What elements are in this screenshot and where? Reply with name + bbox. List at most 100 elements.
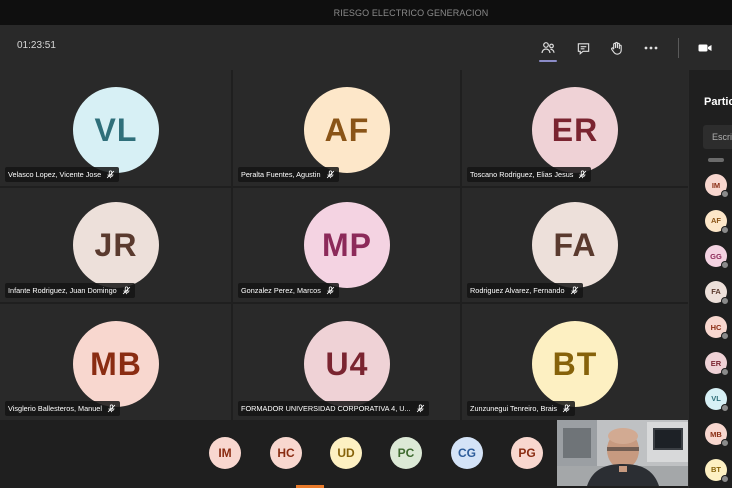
- more-options-icon: [644, 46, 658, 50]
- participant-name: FORMADOR UNIVERSIDAD CORPORATIVA 4, U...: [241, 404, 411, 413]
- presence-status-icon: [721, 439, 729, 448]
- muted-mic-icon: [579, 170, 587, 179]
- participant-avatar: AF: [304, 87, 390, 173]
- participant-avatar: MP: [304, 202, 390, 288]
- presence-status-icon: [721, 296, 729, 305]
- participant-name-tag: Gonzalez Perez, Marcos: [238, 283, 339, 298]
- participant-name-tag: Peralta Fuentes, Agustin: [238, 167, 339, 182]
- presence-status-icon: [721, 332, 729, 341]
- toolbar-divider: [678, 38, 679, 58]
- muted-mic-icon: [570, 286, 578, 295]
- participant-avatar: VL: [73, 87, 159, 173]
- presence-status-icon: [721, 368, 729, 376]
- participant-name-tag: Infante Rodriguez, Juan Domingo: [5, 283, 135, 298]
- participant-name-tag: FORMADOR UNIVERSIDAD CORPORATIVA 4, U...: [238, 401, 429, 416]
- muted-mic-icon: [122, 286, 130, 295]
- chat-button[interactable]: [570, 35, 596, 61]
- self-view-image: [557, 420, 688, 486]
- participant-avatar: BT: [532, 321, 618, 407]
- participant-list-initials: GG: [710, 251, 722, 261]
- participant-list-avatar[interactable]: MB: [705, 423, 729, 448]
- participant-list-initials: VL: [711, 394, 721, 404]
- participant-search-input[interactable]: Escribe un nombre: [703, 125, 732, 149]
- participant-avatar: JR: [73, 202, 159, 288]
- participant-avatar: FA: [532, 202, 618, 288]
- chat-icon: [577, 42, 589, 55]
- participant-name: Velasco Lopez, Vicente Jose: [8, 170, 102, 179]
- participants-icon: [541, 42, 555, 54]
- meeting-toolbar: 01:23:51: [0, 25, 732, 70]
- participant-tile[interactable]: JR Infante Rodriguez, Juan Domingo: [0, 188, 231, 302]
- raise-hand-button[interactable]: [603, 35, 629, 61]
- video-grid: VL Velasco Lopez, Vicente Jose AF Peralta F…: [0, 70, 688, 420]
- presence-status-icon: [721, 403, 729, 412]
- participants-active-indicator: [539, 60, 557, 62]
- meeting-timer: 01:23:51: [17, 40, 56, 51]
- overflow-participant-avatar[interactable]: HC: [270, 437, 302, 469]
- participant-list-avatar[interactable]: VL: [705, 387, 729, 412]
- participant-list-avatar[interactable]: AF: [705, 209, 729, 234]
- participant-name: Infante Rodriguez, Juan Domingo: [8, 286, 117, 295]
- camera-icon: [698, 44, 712, 52]
- participant-list-avatar[interactable]: FA: [705, 280, 729, 305]
- participant-tile[interactable]: ER Toscano Rodriguez, Elias Jesus: [462, 70, 688, 186]
- participant-name-tag: Toscano Rodriguez, Elias Jesus: [467, 167, 592, 182]
- participant-list-avatar[interactable]: BT: [705, 458, 729, 483]
- participants-button[interactable]: [535, 35, 561, 62]
- participant-name-tag: Rodriguez Alvarez, Fernando: [467, 283, 583, 298]
- participant-tile[interactable]: MB Visglerio Ballesteros, Manuel: [0, 304, 231, 420]
- participant-name-tag: Zunzunegui Tenreiro, Brais: [467, 401, 576, 416]
- participant-name: Zunzunegui Tenreiro, Brais: [470, 404, 558, 413]
- meeting-window: RIESGO ELECTRICO GENERACION 01:23:51 VL …: [0, 0, 732, 488]
- overflow-participant-avatar[interactable]: CG: [451, 437, 483, 469]
- participant-avatar: MB: [73, 321, 159, 407]
- participant-tile[interactable]: BT Zunzunegui Tenreiro, Brais: [462, 304, 688, 420]
- participant-list-initials: AF: [711, 216, 721, 226]
- participant-tile[interactable]: VL Velasco Lopez, Vicente Jose: [0, 70, 231, 186]
- participant-avatar: ER: [532, 87, 618, 173]
- muted-mic-icon: [416, 404, 424, 413]
- muted-mic-icon: [106, 170, 115, 179]
- participant-list-initials: BT: [711, 465, 721, 475]
- more-options-button[interactable]: [638, 35, 664, 61]
- participant-name: Visglerio Ballesteros, Manuel: [8, 404, 102, 413]
- participant-name-tag: Velasco Lopez, Vicente Jose: [5, 167, 120, 182]
- overflow-participant-avatar[interactable]: UD: [330, 437, 362, 469]
- raise-hand-icon: [610, 41, 622, 55]
- participant-name: Peralta Fuentes, Agustin: [241, 170, 321, 179]
- overflow-participant-avatar[interactable]: IM: [209, 437, 241, 469]
- panel-title: Participantes: [704, 96, 732, 108]
- muted-mic-icon: [562, 404, 571, 413]
- participant-list-initials: ER: [710, 358, 722, 368]
- participant-list-avatar[interactable]: IM: [705, 174, 729, 198]
- participant-name: Gonzalez Perez, Marcos: [241, 286, 321, 295]
- muted-mic-icon: [326, 286, 335, 295]
- presence-status-icon: [721, 261, 729, 270]
- participant-tile[interactable]: AF Peralta Fuentes, Agustin: [233, 70, 460, 186]
- meeting-title: RIESGO ELECTRICO GENERACION: [333, 7, 489, 18]
- participant-tile[interactable]: MP Gonzalez Perez, Marcos: [233, 188, 460, 302]
- presence-status-icon: [721, 474, 729, 483]
- participant-list-avatar[interactable]: ER: [705, 352, 729, 376]
- participant-list-avatar[interactable]: HC: [705, 316, 729, 341]
- participant-avatar: U4: [304, 321, 390, 407]
- presence-status-icon: [721, 190, 729, 198]
- participant-name: Rodriguez Alvarez, Fernando: [470, 286, 565, 295]
- participants-panel: Participantes Escribe un nombre IM AF GG FA…: [688, 70, 732, 488]
- list-scroll-handle[interactable]: [708, 158, 724, 162]
- participant-tile[interactable]: U4 FORMADOR UNIVERSIDAD CORPORATIVA 4, U.…: [233, 304, 460, 420]
- participant-list-initials: MB: [710, 429, 722, 439]
- camera-button[interactable]: [692, 35, 718, 61]
- participant-list-initials: FA: [711, 287, 721, 297]
- participant-name-tag: Visglerio Ballesteros, Manuel: [5, 401, 120, 416]
- participant-tile[interactable]: FA Rodriguez Alvarez, Fernando: [462, 188, 688, 302]
- participant-name: Toscano Rodriguez, Elias Jesus: [470, 170, 574, 179]
- participant-list-avatar[interactable]: GG: [705, 245, 729, 270]
- title-bar: RIESGO ELECTRICO GENERACION: [0, 0, 732, 25]
- overflow-participant-avatar[interactable]: PC: [390, 437, 422, 469]
- participant-list-initials: HC: [710, 322, 722, 332]
- self-view-video[interactable]: [557, 420, 688, 486]
- presence-status-icon: [721, 225, 729, 234]
- muted-mic-icon: [326, 170, 334, 179]
- overflow-participant-avatar[interactable]: PG: [511, 437, 543, 469]
